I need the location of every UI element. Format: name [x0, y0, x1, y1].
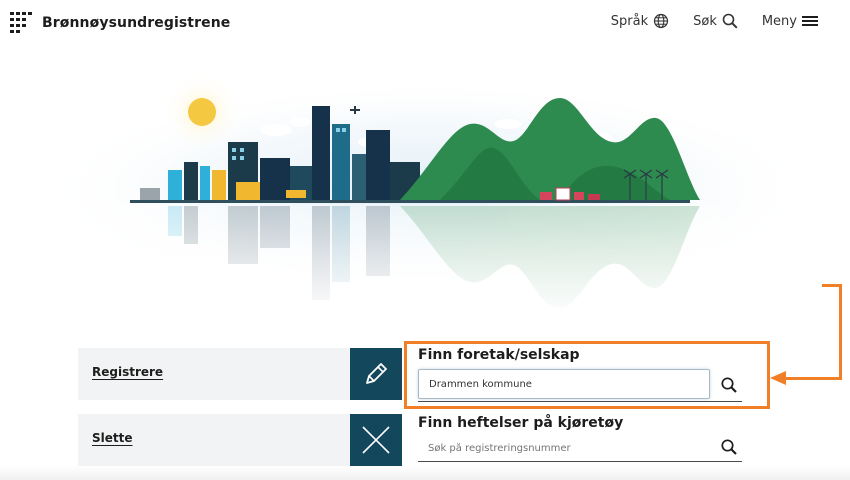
sun-icon — [188, 98, 216, 126]
wind-turbines — [623, 169, 669, 200]
brand-name: Brønnøysundregistrene — [42, 15, 231, 31]
annotation-arrow-head-icon — [770, 371, 786, 385]
register-icon-button[interactable] — [350, 348, 402, 400]
top-nav: Språk Søk Meny — [587, 13, 818, 29]
vehicle-search-button[interactable] — [720, 438, 738, 456]
site-header: Brønnøysundregistrene Språk Søk Meny — [0, 0, 850, 48]
nav-menu-button[interactable]: Meny — [762, 14, 818, 29]
pencil-icon — [366, 363, 387, 384]
nav-language-button[interactable]: Språk — [611, 13, 669, 29]
nav-search-button[interactable]: Søk — [693, 13, 738, 29]
vehicle-search-row — [418, 433, 742, 463]
vehicle-search-input[interactable] — [418, 433, 708, 463]
nav-menu-label: Meny — [761, 13, 797, 29]
page-bottom-edge — [0, 466, 850, 480]
brand-logo[interactable]: Brønnøysundregistrene — [10, 12, 230, 34]
nav-search-label: Søk — [693, 13, 717, 29]
register-link[interactable]: Registrere — [92, 365, 163, 379]
brand-logo-icon — [10, 12, 32, 33]
search-icon — [722, 13, 738, 29]
vehicle-search: Finn heftelser på kjøretøy — [418, 415, 742, 463]
globe-icon — [654, 13, 669, 29]
delete-link[interactable]: Slette — [92, 431, 133, 445]
nav-language-label: Språk — [610, 13, 649, 29]
hamburger-menu-icon — [802, 16, 818, 26]
register-card[interactable]: Registrere — [78, 348, 402, 400]
delete-icon-button[interactable] — [350, 414, 402, 466]
x-close-icon — [362, 426, 390, 454]
annotation-arrow-segment — [839, 284, 842, 380]
annotation-arrow-segment — [786, 377, 842, 380]
delete-card[interactable]: Slette — [78, 414, 402, 466]
annotation-highlight-box — [404, 341, 770, 409]
vehicle-search-title: Finn heftelser på kjøretøy — [418, 415, 624, 431]
hero-illustration — [40, 68, 820, 318]
